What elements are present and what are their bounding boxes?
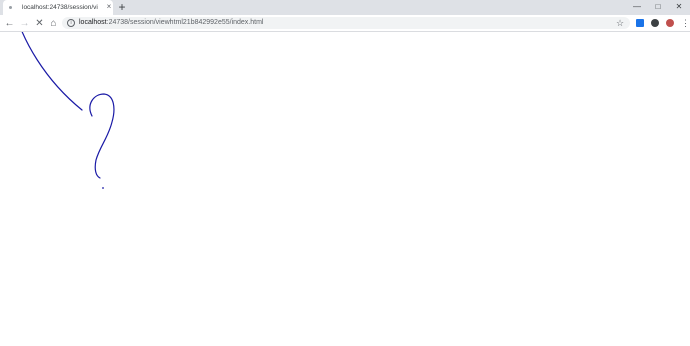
- info-icon[interactable]: i: [67, 19, 75, 27]
- tab-favicon-icon: [9, 6, 12, 9]
- tab-title: localhost:24738/session/viewhtml21b84299…: [22, 4, 98, 11]
- menu-icon[interactable]: ⋮: [681, 17, 690, 30]
- back-arrow-icon[interactable]: ←: [3, 17, 16, 30]
- browser-toolbar: ← → ✕ ⌂ i localhost:24738/session/viewht…: [0, 15, 690, 32]
- tab-close-icon[interactable]: ×: [104, 2, 114, 12]
- url-path: :24738/session/viewhtml21b842992e55/inde…: [106, 19, 264, 26]
- url-text: localhost:24738/session/viewhtml21b84299…: [79, 18, 263, 28]
- tab-strip: localhost:24738/session/viewhtml21b84299…: [0, 0, 690, 15]
- tab-active[interactable]: localhost:24738/session/viewhtml21b84299…: [3, 0, 113, 15]
- new-tab-button[interactable]: +: [116, 1, 128, 13]
- address-bar[interactable]: i localhost:24738/session/viewhtml21b842…: [62, 17, 630, 29]
- home-icon[interactable]: ⌂: [47, 17, 60, 30]
- page-canvas: [21, 32, 115, 189]
- close-window-button[interactable]: ✕: [672, 1, 686, 13]
- forward-arrow-icon[interactable]: →: [18, 17, 31, 30]
- extension-icon[interactable]: [666, 19, 674, 27]
- extension-icon[interactable]: [636, 19, 644, 27]
- maximize-button[interactable]: □: [651, 1, 665, 13]
- url-host: localhost: [79, 19, 107, 26]
- star-icon[interactable]: ☆: [616, 17, 624, 29]
- ink-dot: [102, 187, 104, 189]
- ink-stroke-diagonal: [21, 32, 83, 111]
- ink-stroke-question-mark: [89, 93, 115, 179]
- extension-icon[interactable]: [651, 19, 659, 27]
- minimize-button[interactable]: —: [630, 1, 644, 13]
- stop-icon[interactable]: ✕: [33, 17, 46, 30]
